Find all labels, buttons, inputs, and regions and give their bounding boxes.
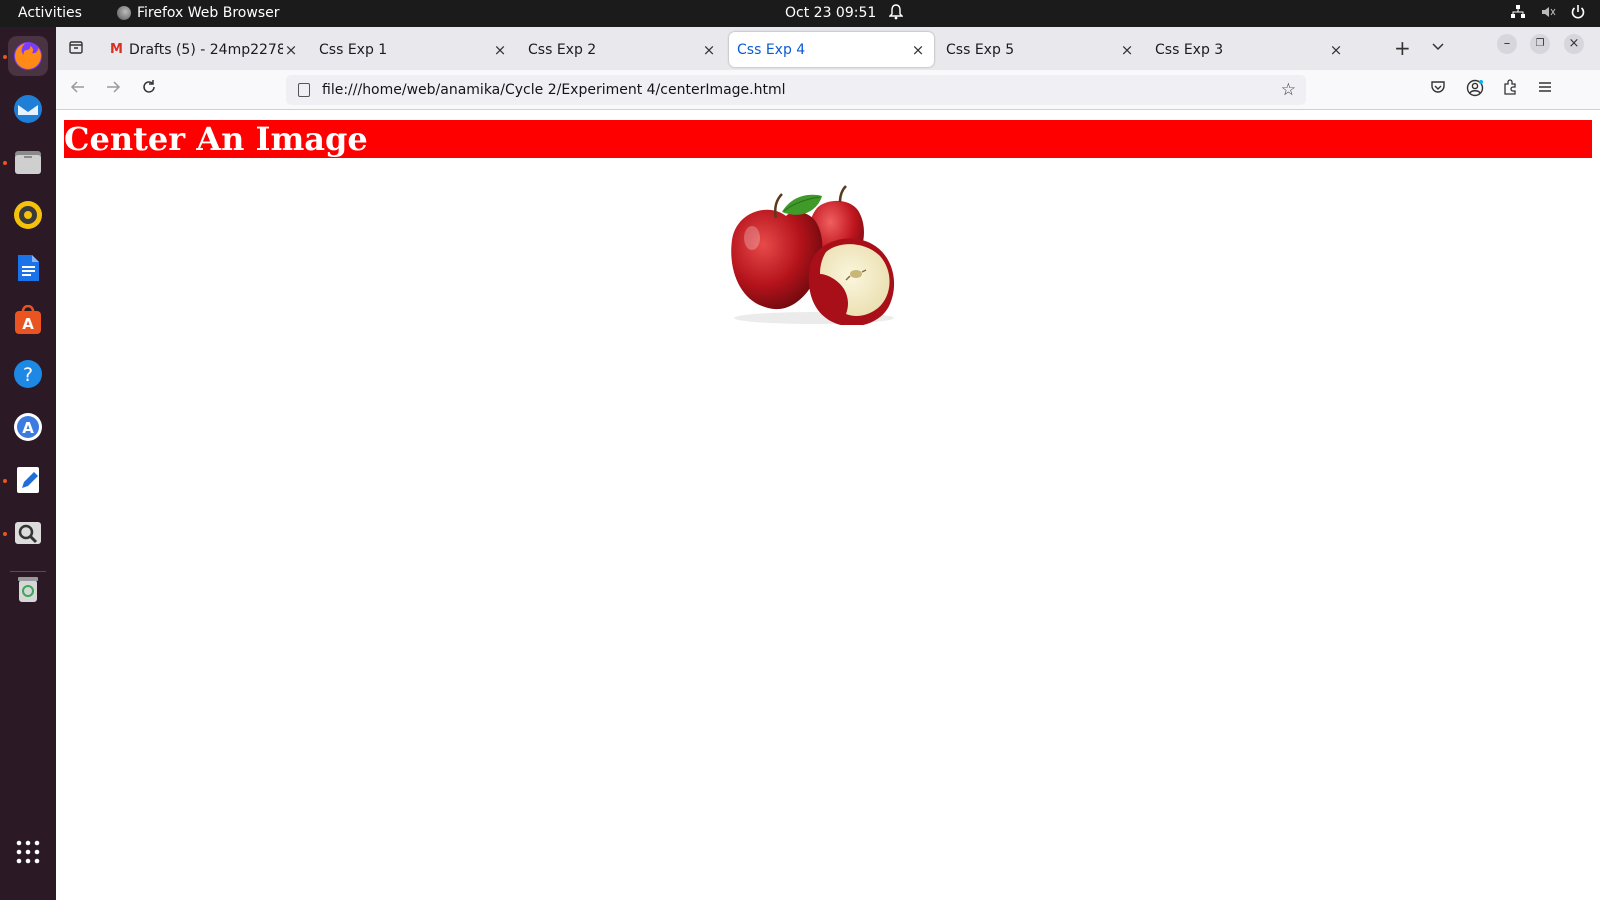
volume-muted-icon xyxy=(1542,7,1556,17)
tab-close-icon[interactable]: × xyxy=(492,41,508,59)
forward-button[interactable] xyxy=(105,79,121,100)
gmail-icon: M xyxy=(110,42,123,57)
rhythmbox-icon[interactable] xyxy=(8,195,48,235)
apple-image xyxy=(731,185,895,325)
tab-label: Css Exp 3 xyxy=(1155,41,1224,58)
tab-css-exp-2[interactable]: Css Exp 2 × xyxy=(520,32,725,67)
list-tabs-icon[interactable] xyxy=(1431,39,1445,58)
bookmark-star-icon[interactable]: ☆ xyxy=(1281,80,1296,100)
page-heading: Center An Image xyxy=(64,120,1592,158)
app-name: Firefox Web Browser xyxy=(137,5,280,21)
tab-css-exp-5[interactable]: Css Exp 5 × xyxy=(938,32,1143,67)
running-indicator xyxy=(3,161,7,165)
image-viewer-icon[interactable] xyxy=(8,513,48,553)
show-apps-icon[interactable] xyxy=(8,832,48,872)
firefox-mini-icon xyxy=(117,6,131,20)
svg-text:A: A xyxy=(22,315,34,333)
svg-text:?: ? xyxy=(23,364,33,386)
address-bar[interactable]: file:///home/web/anamika/Cycle 2/Experim… xyxy=(286,75,1306,105)
top-bar: Activities Firefox Web Browser Oct 23 09… xyxy=(0,0,1600,27)
account-icon[interactable] xyxy=(1466,79,1484,101)
tab-close-icon[interactable]: × xyxy=(1119,41,1135,59)
svg-text:A: A xyxy=(22,419,34,437)
system-tray[interactable] xyxy=(1510,4,1586,20)
back-button[interactable] xyxy=(70,79,86,100)
tab-close-icon[interactable]: × xyxy=(701,41,717,59)
extensions-icon[interactable] xyxy=(1502,79,1518,99)
software-updater-icon[interactable]: A xyxy=(8,407,48,447)
tab-label: Drafts (5) - 24mp2278@ xyxy=(128,41,283,58)
tab-css-exp-3[interactable]: Css Exp 3 × xyxy=(1147,32,1352,67)
tab-close-icon[interactable]: × xyxy=(910,41,926,59)
files-icon[interactable] xyxy=(8,142,48,182)
new-tab-icon[interactable]: + xyxy=(1394,36,1411,60)
thunderbird-icon[interactable] xyxy=(8,89,48,129)
tab-bar: M Drafts (5) - 24mp2278@ × Css Exp 1 × C… xyxy=(56,27,1600,70)
navigation-bar: file:///home/web/anamika/Cycle 2/Experim… xyxy=(56,70,1600,110)
tab-label: Css Exp 5 xyxy=(946,41,1015,58)
help-icon[interactable]: ? xyxy=(8,354,48,394)
pocket-icon[interactable] xyxy=(1430,79,1446,99)
trash-icon[interactable] xyxy=(8,569,48,609)
tab-label: Css Exp 1 xyxy=(319,41,388,58)
close-window-icon[interactable]: × xyxy=(1564,34,1584,54)
running-indicator xyxy=(3,532,7,536)
notification-bell-icon[interactable] xyxy=(888,4,904,24)
tab-close-icon[interactable]: × xyxy=(1328,41,1344,59)
tab-close-icon[interactable]: × xyxy=(283,41,299,59)
tab-label: Css Exp 2 xyxy=(528,41,597,58)
restore-icon[interactable]: ❐ xyxy=(1530,34,1550,54)
clock[interactable]: Oct 23 09:51 xyxy=(785,5,876,21)
network-icon xyxy=(1511,5,1525,18)
firefox-view-icon[interactable] xyxy=(68,39,84,59)
activities-button[interactable]: Activities xyxy=(18,5,82,21)
app-menu[interactable]: Firefox Web Browser xyxy=(117,5,280,21)
tab-css-exp-4[interactable]: Css Exp 4 × xyxy=(729,32,934,67)
running-indicator xyxy=(3,479,7,483)
writer-icon[interactable] xyxy=(8,248,48,288)
text-editor-icon[interactable] xyxy=(8,460,48,500)
menu-icon[interactable] xyxy=(1537,79,1553,99)
running-indicator xyxy=(3,55,7,59)
minimize-icon[interactable]: – xyxy=(1497,34,1517,54)
url-text[interactable]: file:///home/web/anamika/Cycle 2/Experim… xyxy=(322,82,1281,98)
tab-drafts[interactable]: M Drafts (5) - 24mp2278@ × xyxy=(102,32,307,67)
firefox-icon[interactable] xyxy=(8,36,48,76)
app-center-icon[interactable]: A xyxy=(8,301,48,341)
dock: A ? A xyxy=(0,27,56,900)
tab-css-exp-1[interactable]: Css Exp 1 × xyxy=(311,32,516,67)
reload-button[interactable] xyxy=(141,79,157,100)
power-icon xyxy=(1571,5,1585,19)
tab-label: Css Exp 4 xyxy=(737,41,806,58)
page-content: Center An Image xyxy=(56,110,1600,900)
page-icon xyxy=(298,83,310,97)
